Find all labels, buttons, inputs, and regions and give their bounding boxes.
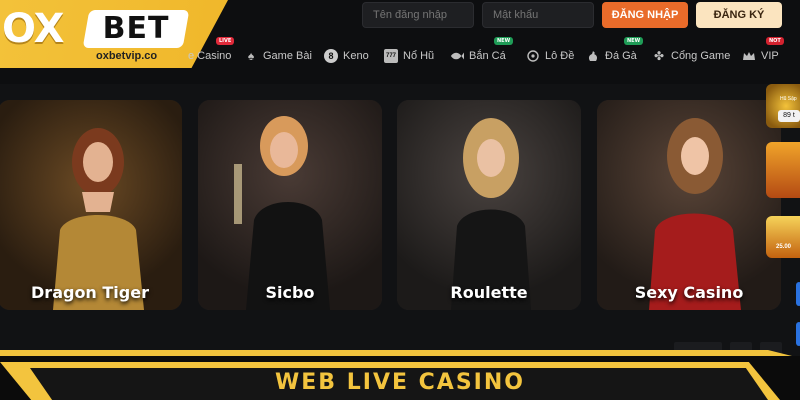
live-badge: LIVE — [216, 37, 235, 45]
nav-item-live-casino[interactable]: LIVE e Casino — [188, 37, 235, 66]
nav-item-keno[interactable]: 8 Keno — [324, 46, 369, 66]
card-image — [198, 100, 382, 310]
bonus-amount: 25.00 — [776, 244, 792, 250]
header: OX BET oxbetvip.co ĐĂNG NHẬP ĐĂNG KÝ LIV… — [0, 0, 800, 84]
banner-title: WEB LIVE CASINO — [275, 370, 525, 395]
nav-label: Cổng Game — [671, 50, 731, 62]
not-badge: NOT — [766, 37, 784, 45]
nav-label: Đá Gà — [605, 50, 637, 62]
floating-button[interactable] — [796, 282, 800, 306]
card-image — [597, 100, 781, 310]
dealer-silhouette — [649, 118, 741, 310]
new-badge: NEW — [624, 37, 644, 45]
rooster-icon — [586, 49, 600, 63]
card-image — [0, 100, 182, 310]
keno-ball-icon: 8 — [324, 49, 338, 63]
game-card-sexy-casino[interactable]: Sexy Casino — [597, 100, 781, 310]
nav-item-no-hu[interactable]: 777 Nổ Hũ — [384, 46, 434, 66]
floating-button[interactable] — [796, 322, 800, 346]
password-input[interactable] — [482, 2, 594, 28]
lottery-icon — [526, 49, 540, 63]
game-card-dragon-tiger[interactable]: Dragon Tiger — [0, 100, 182, 310]
nav-item-vip[interactable]: NOT VIP — [742, 37, 784, 66]
game-title: Sicbo — [265, 283, 315, 302]
logo-ox-text: OX — [2, 6, 64, 52]
promo-count: 89 t — [778, 110, 800, 122]
fish-icon — [450, 49, 464, 63]
username-input[interactable] — [362, 2, 474, 28]
bonus-promo[interactable]: 25.00 — [766, 216, 800, 258]
new-badge: NEW — [494, 37, 514, 45]
spade-icon: ♠ — [247, 49, 255, 63]
nav-item-cong-game[interactable]: ✤ Cổng Game — [652, 46, 730, 66]
logo-bet-text: BET — [102, 11, 170, 46]
dealer-silhouette — [234, 116, 330, 310]
nav-item-game-bai[interactable]: ♠ Game Bài — [244, 46, 312, 66]
game-portal-icon: ✤ — [653, 49, 665, 63]
nav-label: Keno — [343, 50, 369, 62]
dealer-silhouette — [53, 128, 144, 310]
logo-bet-box: BET — [82, 10, 190, 48]
game-card-sicbo[interactable]: Sicbo — [198, 100, 382, 310]
nav-item-da-ga[interactable]: NEW Đá Gà — [586, 37, 644, 66]
game-title: Roulette — [450, 283, 528, 302]
nav-item-ban-ca[interactable]: NEW Bắn Cá — [450, 37, 514, 66]
game-card-roulette[interactable]: Roulette — [397, 100, 581, 310]
crown-icon — [742, 49, 756, 63]
game-title: Dragon Tiger — [31, 283, 149, 302]
slot-777-icon: 777 — [384, 49, 398, 63]
nav-label: Bắn Cá — [469, 50, 506, 62]
promo-text: Hũ Sập — [780, 96, 797, 102]
logo-url: oxbetvip.co — [96, 50, 158, 62]
dealer-silhouette — [451, 118, 531, 310]
game-title: Sexy Casino — [634, 283, 744, 302]
nav-label: e Casino — [188, 50, 232, 62]
mini-game-promo[interactable] — [766, 142, 800, 198]
card-image — [397, 100, 581, 310]
nav-label: VIP — [761, 50, 779, 62]
nav-label: Nổ Hũ — [403, 50, 435, 62]
nav-item-lo-de[interactable]: Lô Đề — [526, 46, 574, 66]
login-button[interactable]: ĐĂNG NHẬP — [602, 2, 688, 28]
nav-label: Game Bài — [263, 50, 312, 62]
side-promo-strip[interactable]: Hũ Sập 89 t 25.00 — [766, 78, 800, 348]
register-button[interactable]: ĐĂNG KÝ — [696, 2, 782, 28]
nav-label: Lô Đề — [545, 50, 575, 62]
